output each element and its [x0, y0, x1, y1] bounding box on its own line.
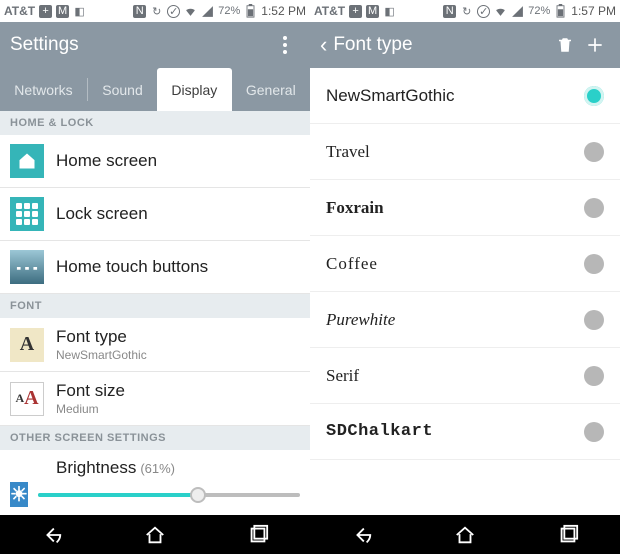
alarm-icon: ✓	[477, 5, 490, 18]
mail-icon: M	[366, 5, 379, 18]
clock: 1:57 PM	[571, 4, 616, 18]
battery-icon	[244, 5, 257, 18]
section-font: FONT	[0, 294, 310, 318]
font-name: Coffee	[326, 254, 584, 274]
font-name: NewSmartGothic	[326, 86, 584, 106]
nav-back-button[interactable]	[310, 515, 413, 554]
font-option[interactable]: Coffee	[310, 236, 620, 292]
lock-icon	[10, 197, 44, 231]
tab-display[interactable]: Display	[157, 68, 232, 111]
row-sub: Medium	[56, 402, 300, 416]
gps-icon: ◧	[73, 5, 86, 18]
plus-icon: +	[349, 5, 362, 18]
gps-icon: ◧	[383, 5, 396, 18]
radio-button[interactable]	[584, 310, 604, 330]
nfc-icon: N	[443, 5, 456, 18]
row-label: Home screen	[56, 151, 300, 171]
brightness-label: Brightness	[56, 458, 136, 478]
font-name: SDChalkart	[326, 422, 584, 441]
battery-icon	[554, 5, 567, 18]
wifi-icon	[184, 5, 197, 18]
font-size-icon: AA	[10, 382, 44, 416]
more-icon	[283, 36, 287, 54]
brightness-slider[interactable]	[38, 485, 300, 505]
font-option[interactable]: Foxrain	[310, 180, 620, 236]
radio-button[interactable]	[584, 422, 604, 442]
wifi-icon	[494, 5, 507, 18]
row-font-size[interactable]: AA Font size Medium	[0, 372, 310, 426]
app-bar: ‹ Font type	[310, 22, 620, 68]
font-option[interactable]: Serif	[310, 348, 620, 404]
font-list: NewSmartGothic Travel Foxrain Coffee Purewhi…	[310, 68, 620, 515]
battery-pct: 72%	[528, 5, 550, 17]
nav-recent-button[interactable]	[207, 515, 310, 554]
screen-font-type: AT&T + M ◧ N ↻ ✓ 72% 1:57 PM ‹ Font type	[310, 0, 620, 515]
font-option[interactable]: SDChalkart	[310, 404, 620, 460]
settings-content: HOME & LOCK Home screen Lock screen Home…	[0, 111, 310, 515]
font-option[interactable]: Purewhite	[310, 292, 620, 348]
row-label: Lock screen	[56, 204, 300, 224]
row-label: Font type	[56, 327, 300, 347]
page-title: Settings	[10, 34, 270, 56]
mail-icon: M	[56, 5, 69, 18]
brightness-pct: (61%)	[140, 461, 175, 476]
tab-networks[interactable]: Networks	[0, 68, 87, 111]
plus-icon: +	[39, 5, 52, 18]
tabs: Networks Sound Display General	[0, 68, 310, 111]
font-name: Travel	[326, 142, 584, 162]
radio-button[interactable]	[584, 142, 604, 162]
nfc-icon: N	[133, 5, 146, 18]
nav-home-button[interactable]	[103, 515, 206, 554]
font-name: Serif	[326, 366, 584, 386]
row-label: Font size	[56, 381, 300, 401]
signal-icon	[511, 5, 524, 18]
row-font-type[interactable]: A Font type NewSmartGothic	[0, 318, 310, 372]
row-label: Home touch buttons	[56, 257, 300, 277]
font-option[interactable]: NewSmartGothic	[310, 68, 620, 124]
row-home-touch-buttons[interactable]: Home touch buttons	[0, 241, 310, 294]
font-name: Purewhite	[326, 310, 584, 330]
carrier-label: AT&T	[314, 4, 345, 18]
tab-sound[interactable]: Sound	[88, 68, 157, 111]
font-name: Foxrain	[326, 198, 584, 218]
font-type-icon: A	[10, 328, 44, 362]
radio-button[interactable]	[584, 198, 604, 218]
home-icon	[10, 144, 44, 178]
status-bar: AT&T + M ◧ N ↻ ✓ 72% 1:52 PM	[0, 0, 310, 22]
brightness-icon: ☀	[10, 482, 28, 507]
radio-button[interactable]	[584, 366, 604, 386]
navigation-bar	[0, 515, 620, 554]
section-other: OTHER SCREEN SETTINGS	[0, 426, 310, 450]
font-option[interactable]: Travel	[310, 124, 620, 180]
tab-general[interactable]: General	[232, 68, 310, 111]
section-home-lock: HOME & LOCK	[0, 111, 310, 135]
status-bar: AT&T + M ◧ N ↻ ✓ 72% 1:57 PM	[310, 0, 620, 22]
clock: 1:52 PM	[261, 4, 306, 18]
page-title: Font type	[333, 34, 550, 56]
overflow-menu-button[interactable]	[270, 36, 300, 54]
app-bar: Settings	[0, 22, 310, 68]
screen-settings: AT&T + M ◧ N ↻ ✓ 72% 1:52 PM Settings	[0, 0, 310, 515]
row-home-screen[interactable]: Home screen	[0, 135, 310, 188]
alarm-icon: ✓	[167, 5, 180, 18]
sync-icon: ↻	[150, 5, 163, 18]
nav-back-button[interactable]	[0, 515, 103, 554]
row-sub: NewSmartGothic	[56, 348, 300, 362]
touch-buttons-icon	[10, 250, 44, 284]
row-brightness[interactable]: Brightness (61%)	[0, 450, 310, 478]
trash-icon	[556, 35, 574, 55]
row-lock-screen[interactable]: Lock screen	[0, 188, 310, 241]
sync-icon: ↻	[460, 5, 473, 18]
radio-button[interactable]	[584, 254, 604, 274]
nav-home-button[interactable]	[413, 515, 516, 554]
nav-recent-button[interactable]	[517, 515, 620, 554]
back-button[interactable]: ‹	[320, 32, 327, 58]
plus-icon	[585, 35, 605, 55]
signal-icon	[201, 5, 214, 18]
radio-button[interactable]	[584, 86, 604, 106]
battery-pct: 72%	[218, 5, 240, 17]
add-button[interactable]	[580, 35, 610, 55]
carrier-label: AT&T	[4, 4, 35, 18]
delete-button[interactable]	[550, 35, 580, 55]
